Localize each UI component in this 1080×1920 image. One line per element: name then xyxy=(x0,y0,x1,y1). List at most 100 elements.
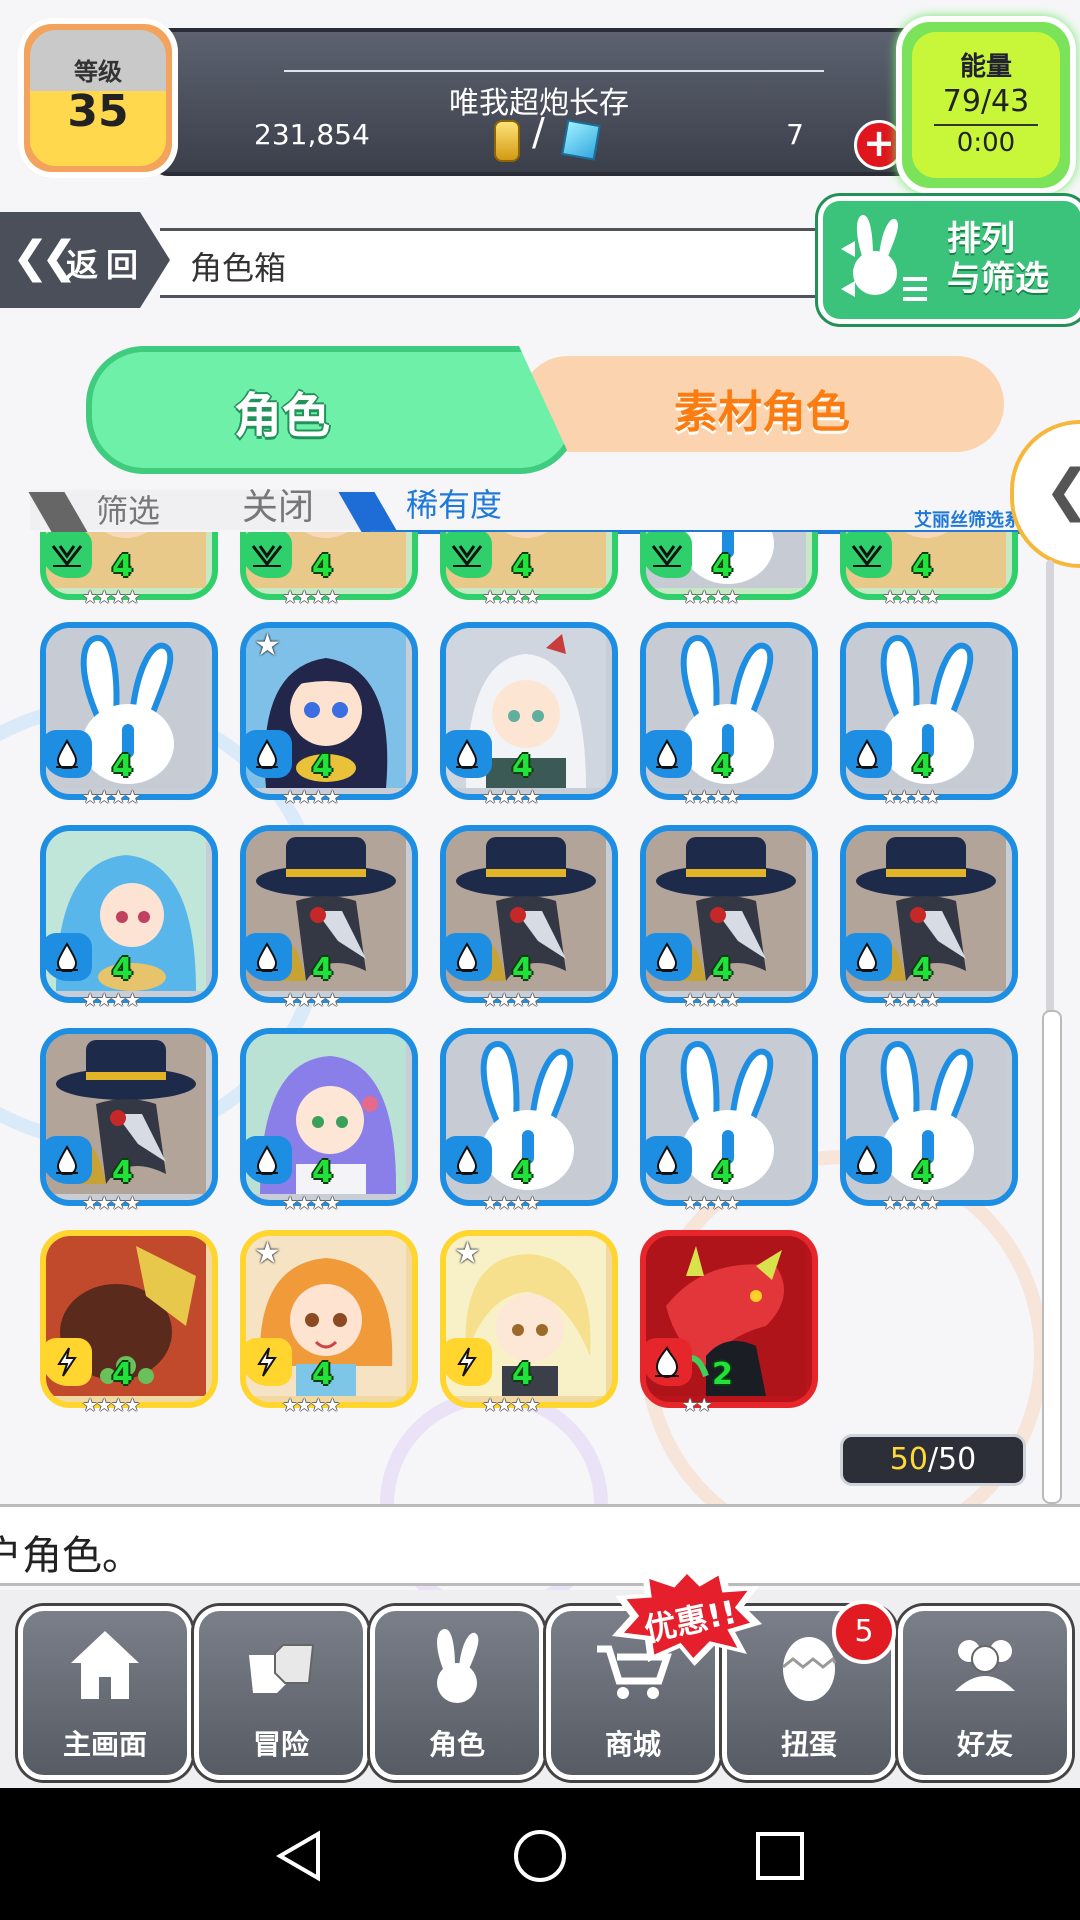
rarity-stars: ★★★★ xyxy=(282,787,341,808)
character-card[interactable]: 4 ★★★★ xyxy=(840,1028,1018,1214)
character-card[interactable]: 4 ★★★★ xyxy=(440,1028,618,1214)
character-level: 4 xyxy=(912,749,933,784)
character-level: 4 xyxy=(112,749,133,784)
nav-adventure[interactable]: 冒险 xyxy=(194,1606,368,1780)
sort-filter-button[interactable]: 排列 与筛选 xyxy=(818,196,1080,324)
character-card[interactable]: 4 ★★★★ xyxy=(640,622,818,808)
recents-square-icon[interactable] xyxy=(752,1828,808,1884)
character-level: 4 xyxy=(112,952,133,987)
energy-value: 79/43 xyxy=(942,84,1030,119)
nav-label: 主画面 xyxy=(62,1728,147,1761)
gold-amount: 231,854 xyxy=(254,118,370,151)
tab-material-label: 素材角色 xyxy=(674,387,850,438)
filter-label[interactable]: 筛选 xyxy=(96,486,160,532)
character-level: 2 xyxy=(712,1357,733,1392)
character-card[interactable]: 4 ★★★★ xyxy=(40,532,218,608)
fire-element-icon xyxy=(642,1338,692,1386)
nav-label: 好友 xyxy=(956,1728,1013,1761)
sort-by-rarity[interactable]: 稀有度 xyxy=(406,480,502,526)
character-card[interactable]: 4 ★★★★ xyxy=(840,825,1018,1011)
character-card[interactable]: 4 ★★★★ xyxy=(240,1028,418,1214)
character-card[interactable]: 4 ★★★★ xyxy=(640,532,818,608)
energy-divider xyxy=(934,124,1038,126)
character-grid[interactable]: 4 ★★★★ 4 ★★★★ 4 ★★★★ 4 ★★★★ 4 ★★★★ 4 ★★★★ ★ 4 ★★★★ 4 ★★★… xyxy=(40,532,1040,1422)
system-nav-bar xyxy=(0,1788,1080,1920)
rarity-stars: ★★★★ xyxy=(282,1395,341,1416)
box-capacity-counter: 50/50 xyxy=(840,1434,1026,1486)
tab-characters[interactable]: 角色 xyxy=(86,346,578,474)
character-card[interactable]: 4 ★★★★ xyxy=(40,825,218,1011)
rarity-stars: ★★ xyxy=(682,1395,712,1416)
character-card[interactable]: 4 ★★★★ xyxy=(840,532,1018,608)
energy-box[interactable]: 能量 79/43 0:00 xyxy=(896,16,1076,194)
rarity-stars: ★★★★ xyxy=(82,1193,141,1214)
character-card[interactable]: 4 ★★★★ xyxy=(40,622,218,808)
wood-element-icon xyxy=(42,532,92,578)
character-card[interactable]: 4 ★★★★ xyxy=(640,825,818,1011)
character-level: 4 xyxy=(312,1155,333,1190)
rarity-stars: ★★★★ xyxy=(282,990,341,1011)
energy-timer: 0:00 xyxy=(956,128,1016,158)
filter-row: 筛选 关闭 稀有度 艾丽丝筛选系统 xyxy=(28,476,1070,534)
character-card[interactable]: 4 ★★★★ xyxy=(440,532,618,608)
water-element-icon xyxy=(842,730,892,778)
rarity-stars: ★★★★ xyxy=(682,990,741,1011)
energy-label: 能量 xyxy=(959,52,1012,82)
home-circle-icon[interactable] xyxy=(512,1828,568,1884)
nav-home[interactable]: 主画面 xyxy=(18,1606,192,1780)
back-button[interactable]: ❮❮ 返回 xyxy=(0,212,170,308)
character-level: 4 xyxy=(112,1357,133,1392)
rarity-stars: ★★★★ xyxy=(82,990,141,1011)
water-element-icon xyxy=(442,1136,492,1184)
rarity-stars: ★★★★ xyxy=(82,587,141,608)
character-card[interactable]: 2 ★★ xyxy=(640,1230,818,1416)
character-card[interactable]: 4 ★★★★ xyxy=(40,1230,218,1416)
rarity-stars: ★★★★ xyxy=(882,587,941,608)
nav-label: 角色 xyxy=(428,1728,485,1761)
character-card[interactable]: ★ 4 ★★★★ xyxy=(240,622,418,808)
filter-toggle-off[interactable]: 关闭 xyxy=(242,478,314,530)
character-card[interactable]: 4 ★★★★ xyxy=(840,622,1018,808)
water-element-icon xyxy=(442,933,492,981)
thunder-element-icon xyxy=(442,1338,492,1386)
water-element-icon xyxy=(242,933,292,981)
nav-characters[interactable]: 角色 xyxy=(370,1606,544,1780)
wood-element-icon xyxy=(842,532,892,578)
tab-material-characters[interactable]: 素材角色 xyxy=(520,356,1004,452)
character-card[interactable]: 4 ★★★★ xyxy=(440,825,618,1011)
tab-characters-label: 角色 xyxy=(233,388,330,444)
water-element-icon xyxy=(842,933,892,981)
message-text: 户角色。 xyxy=(0,1533,142,1579)
nav-friends[interactable]: 好友 xyxy=(898,1606,1072,1780)
rarity-stars: ★★★★ xyxy=(282,587,341,608)
character-level: 4 xyxy=(112,1155,133,1190)
character-level: 4 xyxy=(312,549,333,584)
bunny-sort-icon xyxy=(841,215,927,301)
character-card[interactable]: 4 ★★★★ xyxy=(640,1028,818,1214)
double-chevron-left-icon: ❮❮ xyxy=(12,232,78,283)
back-triangle-icon[interactable] xyxy=(272,1828,328,1884)
coin-icon xyxy=(494,120,520,162)
water-element-icon xyxy=(442,730,492,778)
water-element-icon xyxy=(42,933,92,981)
character-level: 4 xyxy=(312,1357,333,1392)
character-card[interactable]: 4 ★★★★ xyxy=(240,532,418,608)
character-card[interactable]: ★ 4 ★★★★ xyxy=(440,1230,618,1416)
character-card[interactable]: ★ 4 ★★★★ xyxy=(240,1230,418,1416)
character-level: 4 xyxy=(112,549,133,584)
character-card[interactable]: 4 ★★★★ xyxy=(240,825,418,1011)
water-element-icon xyxy=(242,730,292,778)
gem-icon xyxy=(561,119,601,161)
water-element-icon xyxy=(242,1136,292,1184)
rarity-stars: ★★★★ xyxy=(682,787,741,808)
character-level: 4 xyxy=(512,549,533,584)
nav-label: 商城 xyxy=(604,1728,661,1761)
character-card[interactable]: 4 ★★★★ xyxy=(40,1028,218,1214)
scrollbar-thumb[interactable] xyxy=(1042,1010,1062,1504)
rarity-stars: ★★★★ xyxy=(882,787,941,808)
top-status-bar: 唯我超炮长存 231,854 / 7 + 等级 35 能量 79/43 0:00 xyxy=(0,0,1080,194)
nav-label: 扭蛋 xyxy=(780,1728,837,1761)
character-card[interactable]: 4 ★★★★ xyxy=(440,622,618,808)
bottom-nav: 主画面 冒险 角色 商城 扭蛋 好友 xyxy=(0,1590,1080,1788)
rarity-stars: ★★★★ xyxy=(682,1193,741,1214)
